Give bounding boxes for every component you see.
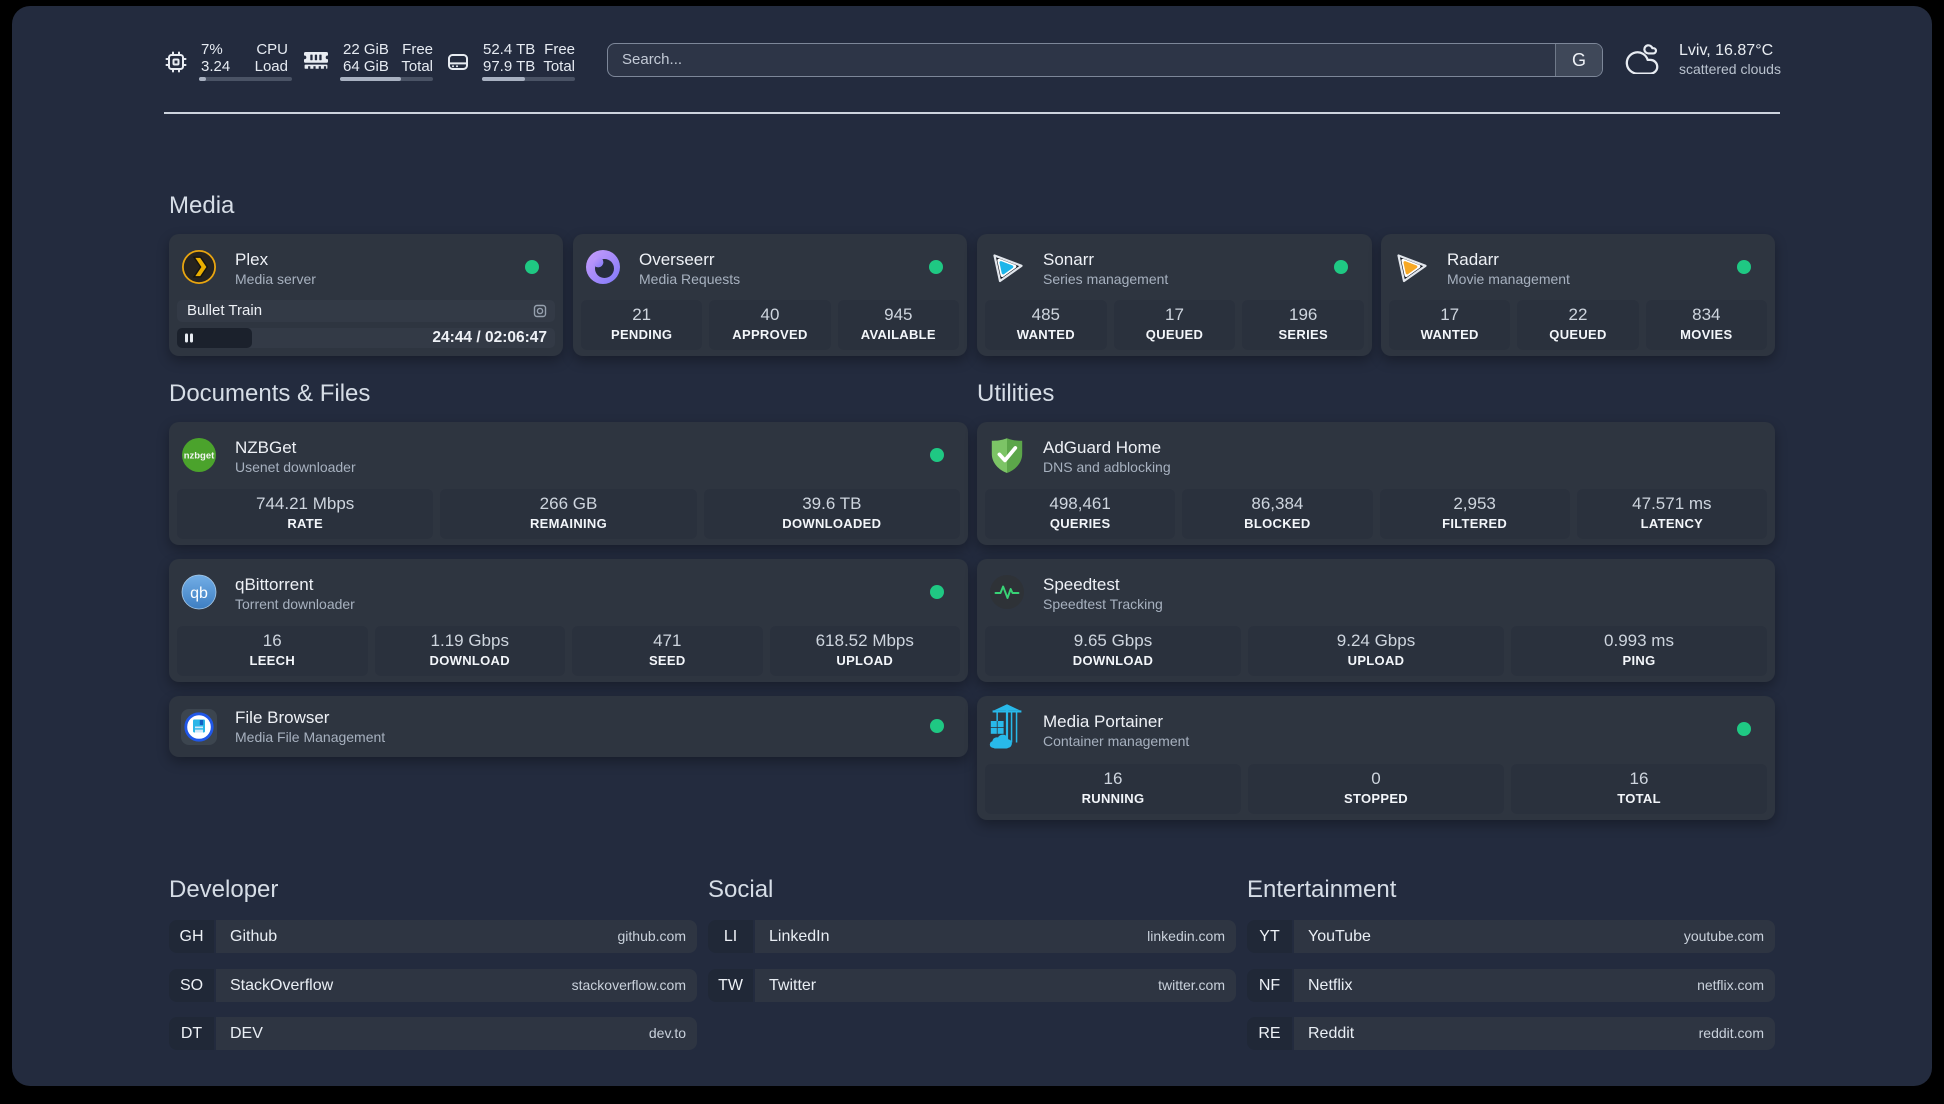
svg-text:qb: qb (190, 585, 208, 602)
svg-text:nzbget: nzbget (184, 451, 215, 462)
